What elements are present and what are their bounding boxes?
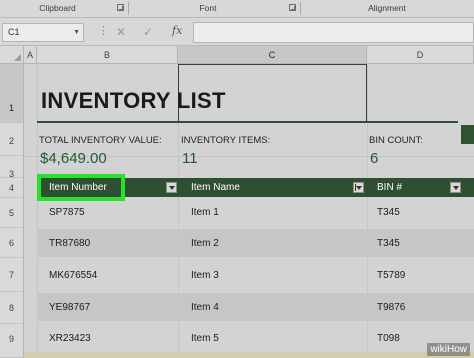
select-all-corner[interactable]: [0, 46, 24, 64]
cell-item-number[interactable]: XR23423: [49, 333, 91, 344]
cell-item-name[interactable]: Item 2: [191, 238, 219, 249]
row-header-9[interactable]: 9: [0, 324, 24, 358]
table-row: [37, 261, 474, 289]
stat-label-total-value: TOTAL INVENTORY VALUE:: [39, 135, 162, 146]
cell-item-number[interactable]: YE98767: [49, 302, 90, 313]
cell-bin[interactable]: T9876: [377, 302, 405, 313]
row-header-5[interactable]: 5: [0, 198, 24, 228]
sort-filter-icon[interactable]: [353, 182, 364, 193]
table-row: [37, 293, 474, 321]
stat-label-inventory-items: INVENTORY ITEMS:: [181, 135, 271, 146]
clipboard-launcher-icon[interactable]: [117, 4, 124, 11]
cancel-icon[interactable]: ✕: [116, 25, 126, 39]
font-launcher-icon[interactable]: [289, 4, 296, 11]
filter-dropdown-icon[interactable]: [166, 182, 177, 193]
ribbon-group-font[interactable]: Font: [128, 0, 288, 17]
cell-item-name[interactable]: Item 4: [191, 302, 219, 313]
formula-bar: C1 ▼ ⋮ ✕ ✓ fx: [0, 18, 474, 46]
row-header-6[interactable]: 6: [0, 228, 24, 258]
cell-item-name[interactable]: Item 5: [191, 333, 219, 344]
next-row-band: [24, 352, 474, 358]
cell-bin[interactable]: T345: [377, 207, 400, 218]
row-header-3[interactable]: 3: [0, 156, 24, 179]
ribbon-group-alignment[interactable]: Alignment: [300, 0, 474, 17]
column-header-c[interactable]: C: [178, 46, 367, 64]
highlight-box: [37, 174, 125, 201]
table-row: [37, 229, 474, 257]
insert-function-icon[interactable]: fx: [172, 24, 182, 37]
name-box-value: C1: [8, 27, 20, 37]
sheet-title: INVENTORY LIST: [41, 88, 226, 113]
row-header-8[interactable]: 8: [0, 292, 24, 324]
cell-item-number[interactable]: TR87680: [49, 238, 90, 249]
stat-value-bin-count: 6: [370, 150, 379, 167]
cell-bin[interactable]: T5789: [377, 270, 405, 281]
row-header-4[interactable]: 4: [0, 178, 24, 198]
title-underline: [37, 121, 458, 123]
stat-tile-edge: [461, 125, 474, 144]
cell-item-name[interactable]: Item 1: [191, 207, 219, 218]
header-item-name[interactable]: Item Name: [191, 178, 240, 197]
row-header-7[interactable]: 7: [0, 258, 24, 292]
filter-dropdown-icon[interactable]: [450, 182, 461, 193]
enter-icon[interactable]: ✓: [143, 25, 153, 39]
stat-value-total-value: $4,649.00: [40, 150, 107, 167]
name-box[interactable]: C1 ▼: [2, 23, 84, 42]
table-row: [37, 325, 474, 353]
cell-item-number[interactable]: MK676554: [49, 270, 97, 281]
ribbon-group-bar: Clipboard Font Alignment: [0, 0, 474, 18]
column-header-d[interactable]: D: [367, 46, 474, 64]
more-options-icon: ⋮: [98, 25, 109, 37]
ribbon-group-clipboard[interactable]: Clipboard: [0, 0, 115, 17]
row-header-2[interactable]: 2: [0, 123, 24, 156]
cell-item-name[interactable]: Item 3: [191, 270, 219, 281]
chevron-down-icon[interactable]: ▼: [73, 24, 80, 41]
column-header-b[interactable]: B: [37, 46, 178, 64]
watermark: wikiHow: [427, 343, 470, 356]
stat-label-bin-count: BIN COUNT:: [369, 135, 423, 146]
cell-bin[interactable]: T345: [377, 238, 400, 249]
row-header-1[interactable]: 1: [0, 64, 24, 123]
header-bin[interactable]: BIN #: [377, 178, 402, 197]
column-header-a[interactable]: A: [24, 46, 37, 64]
cell-item-number[interactable]: SP7875: [49, 207, 85, 218]
formula-input[interactable]: [193, 22, 474, 43]
stat-value-inventory-items: 11: [182, 150, 198, 167]
table-row: [37, 198, 474, 226]
cell-bin[interactable]: T098: [377, 333, 400, 344]
